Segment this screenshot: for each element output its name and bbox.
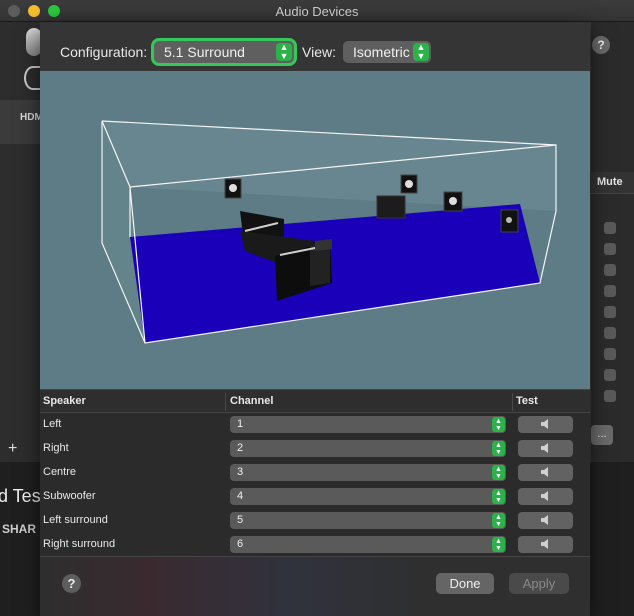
title-bar: Audio Devices (0, 0, 634, 22)
channel-value: 5 (237, 514, 244, 526)
table-row: Right surround 6 ▲ ▼ (40, 533, 590, 557)
updown-arrows-icon: ▲ ▼ (492, 537, 505, 552)
test-speaker-button[interactable] (518, 440, 573, 457)
table-row: Left surround 5 ▲ ▼ (40, 509, 590, 533)
speaker-channel-table: Speaker Channel Test Left 1 ▲ ▼ Right 2 ▲ ▼ … (40, 389, 590, 556)
background-title-fragment: d Tes (0, 486, 41, 506)
apply-button[interactable]: Apply (509, 573, 569, 594)
speaker-icon (541, 539, 548, 549)
channel-select[interactable]: 3 ▲ ▼ (230, 464, 506, 481)
test-speaker-button[interactable] (518, 512, 573, 529)
table-row: Right 2 ▲ ▼ (40, 437, 590, 461)
mute-checkbox[interactable] (604, 306, 616, 318)
speaker-left-surround (224, 178, 242, 199)
speaker-icon (541, 491, 548, 501)
speaker-icon (541, 515, 548, 525)
table-row: Centre 3 ▲ ▼ (40, 461, 590, 485)
speaker-3d-view[interactable] (40, 71, 590, 389)
updown-arrows-icon: ▲ ▼ (492, 489, 505, 504)
speaker-icon (541, 467, 548, 477)
table-row: Subwoofer 4 ▲ ▼ (40, 485, 590, 509)
channel-value: 1 (237, 418, 244, 430)
configuration-value: 5.1 Surround (164, 44, 245, 60)
test-speaker-button[interactable] (518, 488, 573, 505)
background-help-button[interactable]: ? (592, 36, 610, 54)
test-speaker-button[interactable] (518, 416, 573, 433)
speaker-centre (400, 174, 418, 194)
configure-speakers-sheet: Configuration: 5.1 Surround ▲ ▼ View: Iso… (40, 22, 590, 616)
speaker-right (443, 191, 463, 212)
speaker-right-surround (500, 209, 519, 233)
sheet-toolbar: Configuration: 5.1 Surround ▲ ▼ View: Iso… (40, 22, 590, 71)
speaker-subwoofer (376, 195, 406, 219)
done-button[interactable]: Done (436, 573, 494, 594)
mute-header-label: Mute (597, 176, 623, 188)
channel-select[interactable]: 6 ▲ ▼ (230, 536, 506, 553)
mute-checkbox[interactable] (604, 390, 616, 402)
table-row: Left 1 ▲ ▼ (40, 413, 590, 437)
configuration-label: Configuration: (60, 44, 148, 60)
test-column-header[interactable]: Test (516, 395, 538, 407)
view-select[interactable]: Isometric ▲ ▼ (343, 41, 431, 63)
sheet-footer: ? Done Apply (40, 556, 590, 616)
mute-checkbox[interactable] (604, 327, 616, 339)
screen: HDM ? Mute ... + d Tes SHAR Audio Device… (0, 0, 634, 616)
channel-value: 4 (237, 490, 244, 502)
mute-checkbox[interactable] (604, 222, 616, 234)
more-button[interactable]: ... (591, 425, 613, 445)
help-button[interactable]: ? (62, 574, 81, 593)
channel-select[interactable]: 5 ▲ ▼ (230, 512, 506, 529)
mute-checkbox[interactable] (604, 264, 616, 276)
speaker-name: Left surround (43, 514, 108, 526)
add-device-button[interactable]: + (8, 440, 17, 458)
room-visualization (101, 120, 557, 344)
test-speaker-button[interactable] (518, 464, 573, 481)
background-subtitle-fragment: SHAR (2, 522, 37, 536)
channel-select[interactable]: 4 ▲ ▼ (230, 488, 506, 505)
speaker-name: Subwoofer (43, 490, 96, 502)
updown-arrows-icon: ▲ ▼ (492, 417, 505, 432)
mute-checkbox[interactable] (604, 348, 616, 360)
updown-arrows-icon: ▲ ▼ (492, 513, 505, 528)
window-title: Audio Devices (275, 4, 359, 19)
channel-value: 6 (237, 538, 244, 550)
channel-select[interactable]: 1 ▲ ▼ (230, 416, 506, 433)
column-divider (512, 393, 513, 411)
sidebar-device-hdmi[interactable]: HDM (0, 100, 43, 144)
mute-checkbox[interactable] (604, 243, 616, 255)
column-divider (225, 393, 226, 411)
channel-select[interactable]: 2 ▲ ▼ (230, 440, 506, 457)
channel-value: 2 (237, 442, 244, 454)
updown-arrows-icon: ▲ ▼ (276, 43, 292, 61)
back-wall (102, 121, 556, 211)
speaker-column-header[interactable]: Speaker (43, 395, 86, 407)
updown-arrows-icon: ▲ ▼ (413, 43, 429, 61)
updown-arrows-icon: ▲ ▼ (492, 465, 505, 480)
room-floor (130, 204, 540, 343)
mute-checkbox[interactable] (604, 285, 616, 297)
speaker-name: Right (43, 442, 69, 454)
speaker-name: Right surround (43, 538, 116, 550)
mute-checkbox[interactable] (604, 369, 616, 381)
speaker-icon (541, 419, 548, 429)
channel-value: 3 (237, 466, 244, 478)
view-value: Isometric (353, 44, 410, 60)
speaker-name: Left (43, 418, 62, 430)
updown-arrows-icon: ▲ ▼ (492, 441, 505, 456)
configuration-select[interactable]: 5.1 Surround ▲ ▼ (154, 41, 294, 63)
test-speaker-button[interactable] (518, 536, 573, 553)
view-label: View: (302, 44, 336, 60)
speaker-name: Centre (43, 466, 77, 478)
table-header: Speaker Channel Test (40, 389, 590, 413)
speaker-icon (541, 443, 548, 453)
channel-column-header[interactable]: Channel (230, 395, 273, 407)
